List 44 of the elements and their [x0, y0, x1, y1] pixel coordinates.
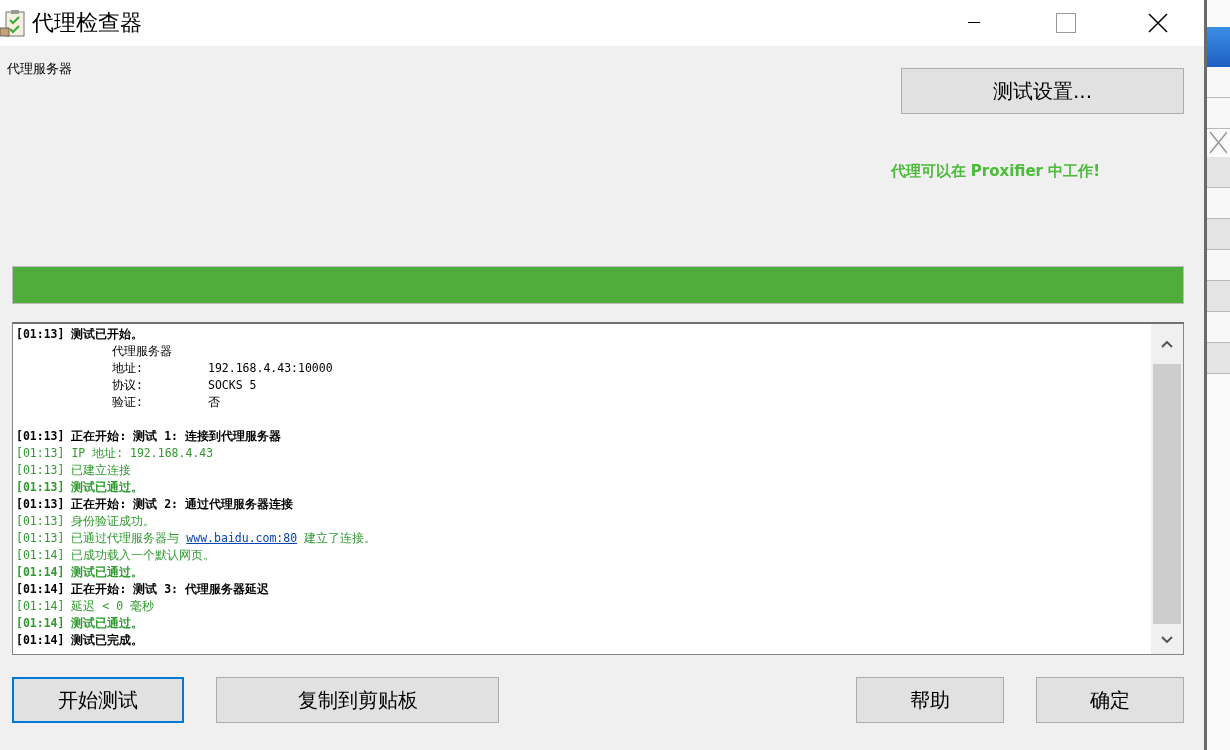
selected-row: [1207, 27, 1230, 67]
list-row: [1207, 219, 1230, 250]
log-line: [01:14] 测试已完成。: [16, 633, 144, 647]
log-detail-value: 192.168.4.43:10000: [208, 360, 333, 377]
minimize-icon: [968, 22, 981, 24]
clipboard-check-icon: [0, 8, 26, 38]
log-link[interactable]: www.baidu.com:80: [186, 531, 298, 545]
log-line: [01:13] 正在开始: 测试 2: 通过代理服务器连接: [16, 497, 293, 511]
log-line: [01:14] 正在开始: 测试 3: 代理服务器延迟: [16, 582, 269, 596]
maximize-icon: [1056, 13, 1077, 33]
close-icon: [1148, 13, 1169, 33]
log-line: [01:13] 测试已通过。: [16, 480, 144, 494]
scrollbar[interactable]: [1151, 324, 1184, 654]
scroll-down-icon[interactable]: [1161, 635, 1174, 643]
log-detail-label: 验证:: [112, 394, 144, 411]
dialog-button[interactable]: 复制到剪贴板: [216, 677, 499, 723]
log-line: [01:13] 正在开始: 测试 1: 连接到代理服务器: [16, 429, 281, 443]
log-line: [01:13] 身份验证成功。: [16, 514, 156, 528]
log-line: 建立了连接。: [303, 531, 377, 545]
log-detail-label: 地址:: [112, 360, 144, 377]
log-line: [01:14] 已成功载入一个默认网页。: [16, 548, 216, 562]
window-title: 代理检查器: [32, 9, 142, 37]
proxy-label: 代理服务器: [7, 60, 72, 76]
log-line: [01:14] 测试已通过。: [16, 616, 144, 630]
list-row: [1207, 343, 1230, 374]
log-line: [01:14] 测试已通过。: [16, 565, 144, 579]
log-line: [01:14] 延迟 < 0 毫秒: [16, 599, 155, 613]
list-row: [1207, 281, 1230, 312]
log-detail-value: 否: [208, 394, 220, 411]
status-message: 代理可以在 Proxifier 中工作!: [890, 162, 1101, 181]
log-detail-value: SOCKS 5: [208, 377, 257, 394]
test-settings-button[interactable]: 测试设置...: [901, 68, 1185, 114]
dialog-button[interactable]: 帮助: [856, 677, 1005, 723]
dialog-button[interactable]: 确定: [1036, 677, 1185, 723]
log-line: [01:13] 已建立连接: [16, 463, 132, 477]
log-line: [01:13] IP 地址: 192.168.4.43: [16, 446, 214, 460]
log-line: [01:13] 测试已开始。: [16, 327, 144, 341]
scroll-thumb[interactable]: [1153, 364, 1182, 624]
scroll-up-icon[interactable]: [1161, 340, 1174, 348]
log-detail-label: 协议:: [112, 377, 144, 394]
dialog-button[interactable]: 开始测试: [12, 677, 184, 723]
log-detail-label: 代理服务器: [112, 343, 173, 360]
list-row: [1207, 157, 1230, 188]
log-line: [01:13] 已通过代理服务器与: [16, 531, 181, 545]
